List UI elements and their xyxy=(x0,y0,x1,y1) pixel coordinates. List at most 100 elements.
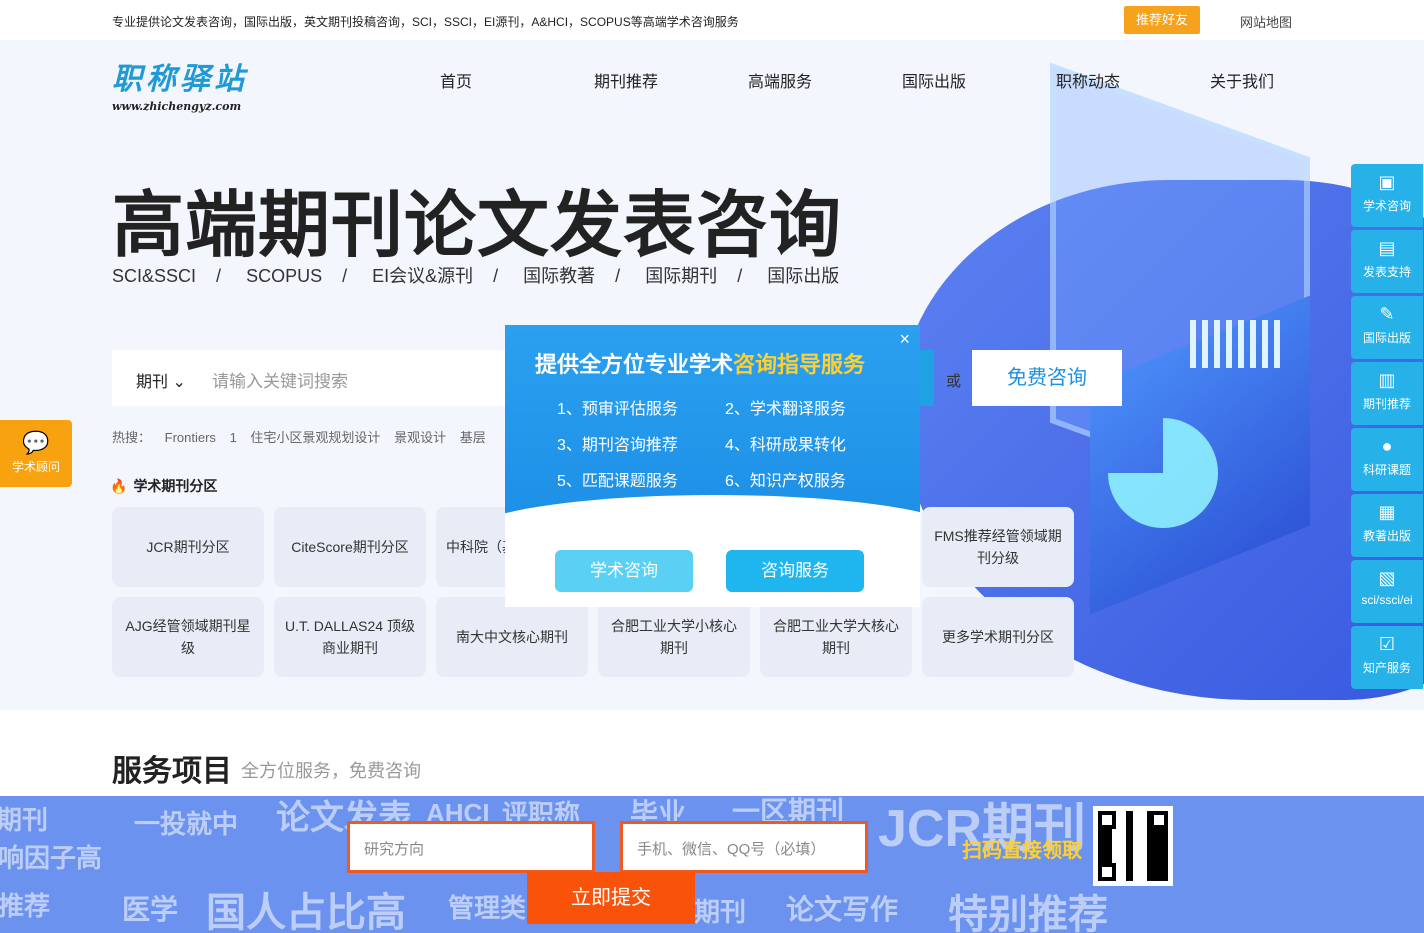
banner-bg-word: 一投就中 xyxy=(134,809,239,839)
briefcase-icon: ▣ xyxy=(1378,172,1396,192)
main-nav: 首页 期刊推荐 高端服务 国际出版 职称动态 关于我们 xyxy=(440,68,1364,92)
nav-title-news[interactable]: 职称动态 xyxy=(1056,68,1210,92)
open-book-icon: ▦ xyxy=(1378,502,1396,522)
free-consult-button[interactable]: 免费咨询 xyxy=(972,350,1122,406)
services-header: 服务项目 全方位服务，免费咨询 xyxy=(0,710,1424,796)
hot-searches: 热搜： Frontiers 1 住宅小区景观规划设计 景观设计 基层 xyxy=(112,430,486,445)
side-item-intl-publishing[interactable]: ✎ 国际出版 xyxy=(1351,296,1423,359)
edit-icon: ✎ xyxy=(1379,304,1395,324)
submit-button[interactable]: 立即提交 xyxy=(527,872,695,924)
category-link[interactable]: 国际出版 xyxy=(767,262,839,288)
site-tagline: 专业提供论文发表咨询，国际出版，英文期刊投稿咨询，SCI，SSCI，EI源刊，A… xyxy=(112,15,739,29)
flame-icon: 🔥 xyxy=(110,478,128,494)
recommend-friend-button[interactable]: 推荐好友 xyxy=(1124,6,1200,34)
site-logo[interactable]: 职称驿站 www.zhichengyz.com xyxy=(112,54,248,113)
category-link[interactable]: 国际期刊 xyxy=(645,262,717,288)
popup-title: 提供全方位专业学术咨询指导服务 xyxy=(535,352,866,377)
zone-card[interactable]: 合肥工业大学大核心期刊 xyxy=(760,597,912,677)
logo-url: www.zhichengyz.com xyxy=(112,100,242,113)
zone-title: 🔥 学术期刊分区 xyxy=(110,478,218,494)
popup-academic-consult-button[interactable]: 学术咨询 xyxy=(555,550,693,592)
nav-intl-publishing[interactable]: 国际出版 xyxy=(902,68,1056,92)
checklist-icon: ☑ xyxy=(1378,634,1396,654)
popup-consult-service-button[interactable]: 咨询服务 xyxy=(726,550,864,592)
side-item-research-topic[interactable]: ● 科研课题 xyxy=(1351,428,1423,491)
banner-bg-word: 推荐 xyxy=(0,891,51,921)
consult-popup: × 提供全方位专业学术咨询指导服务 1、预审评估服务 2、学术翻译服务 3、期刊… xyxy=(505,325,920,607)
wechat-icon: 💬 xyxy=(22,430,50,455)
side-item-ip-service[interactable]: ☑ 知产服务 xyxy=(1351,626,1423,689)
popup-service-item: 3、期刊咨询推荐 xyxy=(557,437,678,454)
scan-label: 扫码直接领取 xyxy=(962,840,1082,862)
pie-chart-icon xyxy=(1108,418,1218,528)
user-icon: ● xyxy=(1381,436,1393,456)
popup-service-item: 7、发表支持服务 xyxy=(557,509,678,526)
search-input[interactable]: 请输入关键词搜索 xyxy=(212,367,348,392)
lead-form-banner: 期刊 一投就中 论文发表 AHCI 评职称 毕业 一区期刊 JCR期刊 响因子高… xyxy=(0,796,1424,933)
contact-input[interactable]: 手机、微信、QQ号（必填） xyxy=(620,821,868,873)
category-link[interactable]: SCI&SSCI xyxy=(112,266,196,287)
or-label: 或 xyxy=(946,373,962,390)
document-icon: ▥ xyxy=(1378,370,1396,390)
nav-about-us[interactable]: 关于我们 xyxy=(1210,68,1364,92)
nav-journal-recommend[interactable]: 期刊推荐 xyxy=(594,68,748,92)
services-title: 服务项目 xyxy=(112,755,232,788)
zone-card[interactable]: FMS推荐经管领域期刊分级 xyxy=(922,507,1074,587)
banner-bg-word: 响因子高 xyxy=(0,843,103,873)
side-item-publish-support[interactable]: ▤ 发表支持 xyxy=(1351,230,1423,293)
services-subtitle: 全方位服务，免费咨询 xyxy=(241,761,421,781)
popup-service-item: 8、学术咨询服务 xyxy=(725,509,846,526)
side-item-book-publishing[interactable]: ▦ 教著出版 xyxy=(1351,494,1423,557)
banner-bg-word: 国人占比高 xyxy=(206,891,406,933)
logo-text: 职称驿站 xyxy=(112,62,248,97)
popup-service-item: 1、预审评估服务 xyxy=(557,401,678,418)
close-icon[interactable]: × xyxy=(899,329,910,350)
popup-service-list: 1、预审评估服务 2、学术翻译服务 3、期刊咨询推荐 4、科研成果转化 5、匹配… xyxy=(557,395,893,527)
category-link[interactable]: SCOPUS xyxy=(246,266,322,287)
category-link[interactable]: 国际教著 xyxy=(523,262,595,288)
banner-bg-word: 管理类 xyxy=(448,893,527,923)
banner-bg-word: 医学 xyxy=(122,894,179,925)
category-links: SCI&SSCI / SCOPUS / EI会议&源刊 / 国际教著 / 国际期刊 / 国… xyxy=(112,262,839,288)
zone-card[interactable]: 南大中文核心期刊 xyxy=(436,597,588,677)
research-field-input[interactable]: 研究方向 xyxy=(347,821,595,873)
banner-bg-word: 期刊 xyxy=(0,805,49,835)
hot-search-link[interactable]: 1 xyxy=(230,430,237,445)
hot-search-link[interactable]: Frontiers xyxy=(165,430,216,445)
hot-search-link[interactable]: 住宅小区景观规划设计 xyxy=(250,430,380,445)
zone-card[interactable]: U.T. DALLAS24 顶级商业期刊 xyxy=(274,597,426,677)
banner-bg-word: 论文写作 xyxy=(786,894,899,925)
side-item-sci-ssci-ei[interactable]: ▧ sci/ssci/ei xyxy=(1351,560,1423,623)
calendar-icon: ▧ xyxy=(1378,568,1396,588)
qr-code-icon xyxy=(1093,806,1173,886)
hero-title: 高端期刊论文发表咨询 xyxy=(112,186,843,266)
academic-adviser-button[interactable]: 💬 学术顾问 xyxy=(0,420,72,487)
popup-service-item: 4、科研成果转化 xyxy=(725,437,846,454)
popup-service-item: 6、知识产权服务 xyxy=(725,473,846,490)
search-type-select[interactable]: 期刊 ⌄ xyxy=(136,368,186,392)
popup-service-item: 2、学术翻译服务 xyxy=(725,401,846,418)
top-bar: 专业提供论文发表咨询，国际出版，英文期刊投稿咨询，SCI，SSCI，EI源刊，A… xyxy=(0,0,1424,40)
chevron-down-icon: ⌄ xyxy=(172,374,186,391)
nav-home[interactable]: 首页 xyxy=(440,68,594,92)
search-box: 期刊 ⌄ 请输入关键词搜索 xyxy=(112,350,512,406)
banner-bg-word: 特别推荐 xyxy=(948,893,1108,933)
zone-card[interactable]: AJG经管领域期刊星级 xyxy=(112,597,264,677)
banner-bg-word: 期刊 xyxy=(694,897,747,927)
category-link[interactable]: EI会议&源刊 xyxy=(372,262,473,288)
nav-premium-service[interactable]: 高端服务 xyxy=(748,68,902,92)
zone-card[interactable]: 更多学术期刊分区 xyxy=(922,597,1074,677)
side-item-academic-consult[interactable]: ▣ 学术咨询 xyxy=(1351,164,1423,227)
bar-graphic-icon xyxy=(1190,320,1280,368)
search-button[interactable] xyxy=(920,350,934,406)
zone-card[interactable]: JCR期刊分区 xyxy=(112,507,264,587)
zone-card[interactable]: 合肥工业大学小核心期刊 xyxy=(598,597,750,677)
right-sidebar: ▣ 学术咨询 ▤ 发表支持 ✎ 国际出版 ▥ 期刊推荐 ● 科研课题 ▦ 教著出版 ▧ sci… xyxy=(1351,164,1423,692)
zone-card[interactable]: CiteScore期刊分区 xyxy=(274,507,426,587)
hot-search-link[interactable]: 基层 xyxy=(460,430,486,445)
popup-service-item: 5、匹配课题服务 xyxy=(557,473,678,490)
hot-search-link[interactable]: 景观设计 xyxy=(394,430,446,445)
book-icon: ▤ xyxy=(1378,238,1396,258)
side-item-journal-recommend[interactable]: ▥ 期刊推荐 xyxy=(1351,362,1423,425)
sitemap-link[interactable]: 网站地图 xyxy=(1240,12,1292,31)
